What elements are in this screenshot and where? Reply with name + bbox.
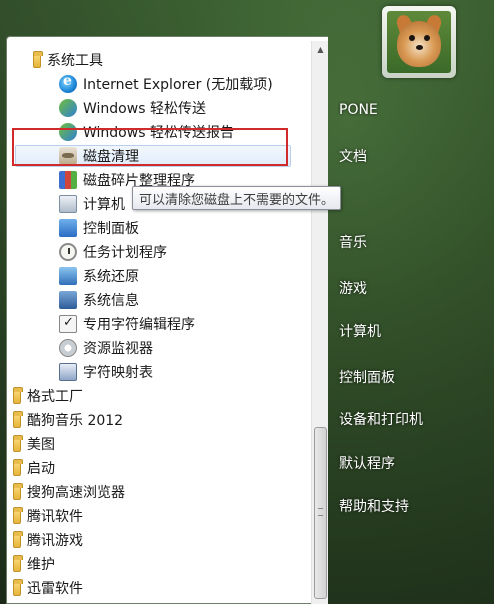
program-character-map[interactable]: 字符映射表 bbox=[59, 361, 153, 383]
programs-scrollbar[interactable]: ▲ ▼ bbox=[311, 41, 328, 604]
program-private-char-editor[interactable]: 专用字符编辑程序 bbox=[59, 313, 195, 335]
folder-label: 启动 bbox=[27, 461, 55, 477]
folder-format-factory[interactable]: 格式工厂 bbox=[13, 385, 83, 407]
program-system-info[interactable]: 系统信息 bbox=[59, 289, 139, 311]
program-easy-transfer[interactable]: Windows 轻松传送 bbox=[59, 97, 206, 119]
program-ie-no-addons[interactable]: Internet Explorer (无加载项) bbox=[59, 73, 273, 95]
folder-icon bbox=[13, 579, 23, 596]
right-item-devices-printers[interactable]: 设备和打印机 bbox=[339, 409, 423, 429]
defragmenter-icon bbox=[59, 171, 77, 189]
folder-maintenance[interactable]: 维护 bbox=[13, 553, 55, 575]
program-computer[interactable]: 计算机 bbox=[59, 193, 125, 215]
program-label: 专用字符编辑程序 bbox=[83, 317, 195, 333]
folder-icon bbox=[13, 411, 23, 428]
dog-nose bbox=[416, 45, 423, 50]
program-label: Windows 轻松传送 bbox=[83, 101, 206, 117]
user-avatar bbox=[387, 11, 451, 73]
folder-label: 美图 bbox=[27, 437, 55, 453]
scroll-thumb[interactable] bbox=[314, 427, 327, 599]
disk-cleanup-highlight-box bbox=[12, 128, 288, 166]
program-label: 字符映射表 bbox=[83, 365, 153, 381]
system-restore-icon bbox=[59, 267, 77, 285]
program-label: Internet Explorer (无加载项) bbox=[83, 77, 273, 93]
right-item-games[interactable]: 游戏 bbox=[339, 278, 367, 298]
dog-eye-right bbox=[424, 35, 430, 41]
program-task-scheduler[interactable]: 任务计划程序 bbox=[59, 241, 167, 263]
folder-label: 酷狗音乐 2012 bbox=[27, 413, 124, 429]
folder-xunlei[interactable]: 迅雷软件 bbox=[13, 577, 83, 597]
folder-kugou-music[interactable]: 酷狗音乐 2012 bbox=[13, 409, 123, 431]
folder-icon bbox=[13, 555, 23, 572]
folder-tencent-software[interactable]: 腾讯软件 bbox=[13, 505, 83, 527]
program-resource-monitor[interactable]: 资源监视器 bbox=[59, 337, 153, 359]
right-item-computer[interactable]: 计算机 bbox=[339, 321, 381, 341]
folder-label: 搜狗高速浏览器 bbox=[27, 485, 125, 501]
right-item-default-programs[interactable]: 默认程序 bbox=[339, 453, 395, 473]
program-control-panel[interactable]: 控制面板 bbox=[59, 217, 139, 239]
folder-icon bbox=[13, 531, 23, 548]
all-programs-panel: 系统工具 Internet Explorer (无加载项) Windows 轻松… bbox=[6, 36, 328, 604]
folder-label: 腾讯软件 bbox=[27, 509, 83, 525]
scroll-grip-icon bbox=[318, 508, 323, 516]
right-item-documents[interactable]: 文档 bbox=[339, 146, 367, 166]
task-scheduler-icon bbox=[59, 243, 77, 261]
programs-list: 系统工具 Internet Explorer (无加载项) Windows 轻松… bbox=[7, 37, 309, 597]
disk-cleanup-tooltip: 可以清除您磁盘上不需要的文件。 bbox=[132, 186, 342, 210]
folder-label: 腾讯游戏 bbox=[27, 533, 83, 549]
folder-startup[interactable]: 启动 bbox=[13, 457, 55, 479]
folder-icon bbox=[13, 387, 23, 404]
computer-icon bbox=[59, 195, 77, 213]
resource-monitor-icon bbox=[59, 339, 77, 357]
private-char-editor-icon bbox=[59, 315, 77, 333]
folder-icon bbox=[13, 435, 23, 452]
easy-transfer-icon bbox=[59, 99, 77, 117]
system-info-icon bbox=[59, 291, 77, 309]
right-item-music[interactable]: 音乐 bbox=[339, 232, 367, 252]
folder-meitu[interactable]: 美图 bbox=[13, 433, 55, 455]
folder-label: 维护 bbox=[27, 557, 55, 573]
folder-label: 系统工具 bbox=[47, 53, 103, 69]
program-system-restore[interactable]: 系统还原 bbox=[59, 265, 139, 287]
program-label: 系统信息 bbox=[83, 293, 139, 309]
folder-label: 迅雷软件 bbox=[27, 581, 83, 597]
right-item-control-panel[interactable]: 控制面板 bbox=[339, 367, 395, 387]
right-item-user-pone[interactable]: PONE bbox=[339, 102, 378, 118]
folder-tencent-games[interactable]: 腾讯游戏 bbox=[13, 529, 83, 551]
folder-sogou-browser[interactable]: 搜狗高速浏览器 bbox=[13, 481, 125, 503]
right-item-help-support[interactable]: 帮助和支持 bbox=[339, 496, 409, 516]
folder-label: 格式工厂 bbox=[27, 389, 83, 405]
dog-picture bbox=[397, 21, 441, 67]
control-panel-icon bbox=[59, 219, 77, 237]
folder-icon bbox=[13, 507, 23, 524]
program-label: 资源监视器 bbox=[83, 341, 153, 357]
character-map-icon bbox=[59, 363, 77, 381]
dog-eye-left bbox=[409, 35, 415, 41]
folder-system-tools[interactable]: 系统工具 bbox=[33, 49, 103, 71]
program-label: 系统还原 bbox=[83, 269, 139, 285]
folder-icon bbox=[13, 459, 23, 476]
program-label: 计算机 bbox=[83, 197, 125, 213]
internet-explorer-icon bbox=[59, 73, 77, 93]
user-avatar-frame[interactable] bbox=[382, 6, 456, 78]
folder-icon bbox=[33, 51, 43, 68]
folder-icon bbox=[13, 483, 23, 500]
program-label: 控制面板 bbox=[83, 221, 139, 237]
scroll-up-arrow-icon[interactable]: ▲ bbox=[312, 41, 329, 57]
program-label: 任务计划程序 bbox=[83, 245, 167, 261]
